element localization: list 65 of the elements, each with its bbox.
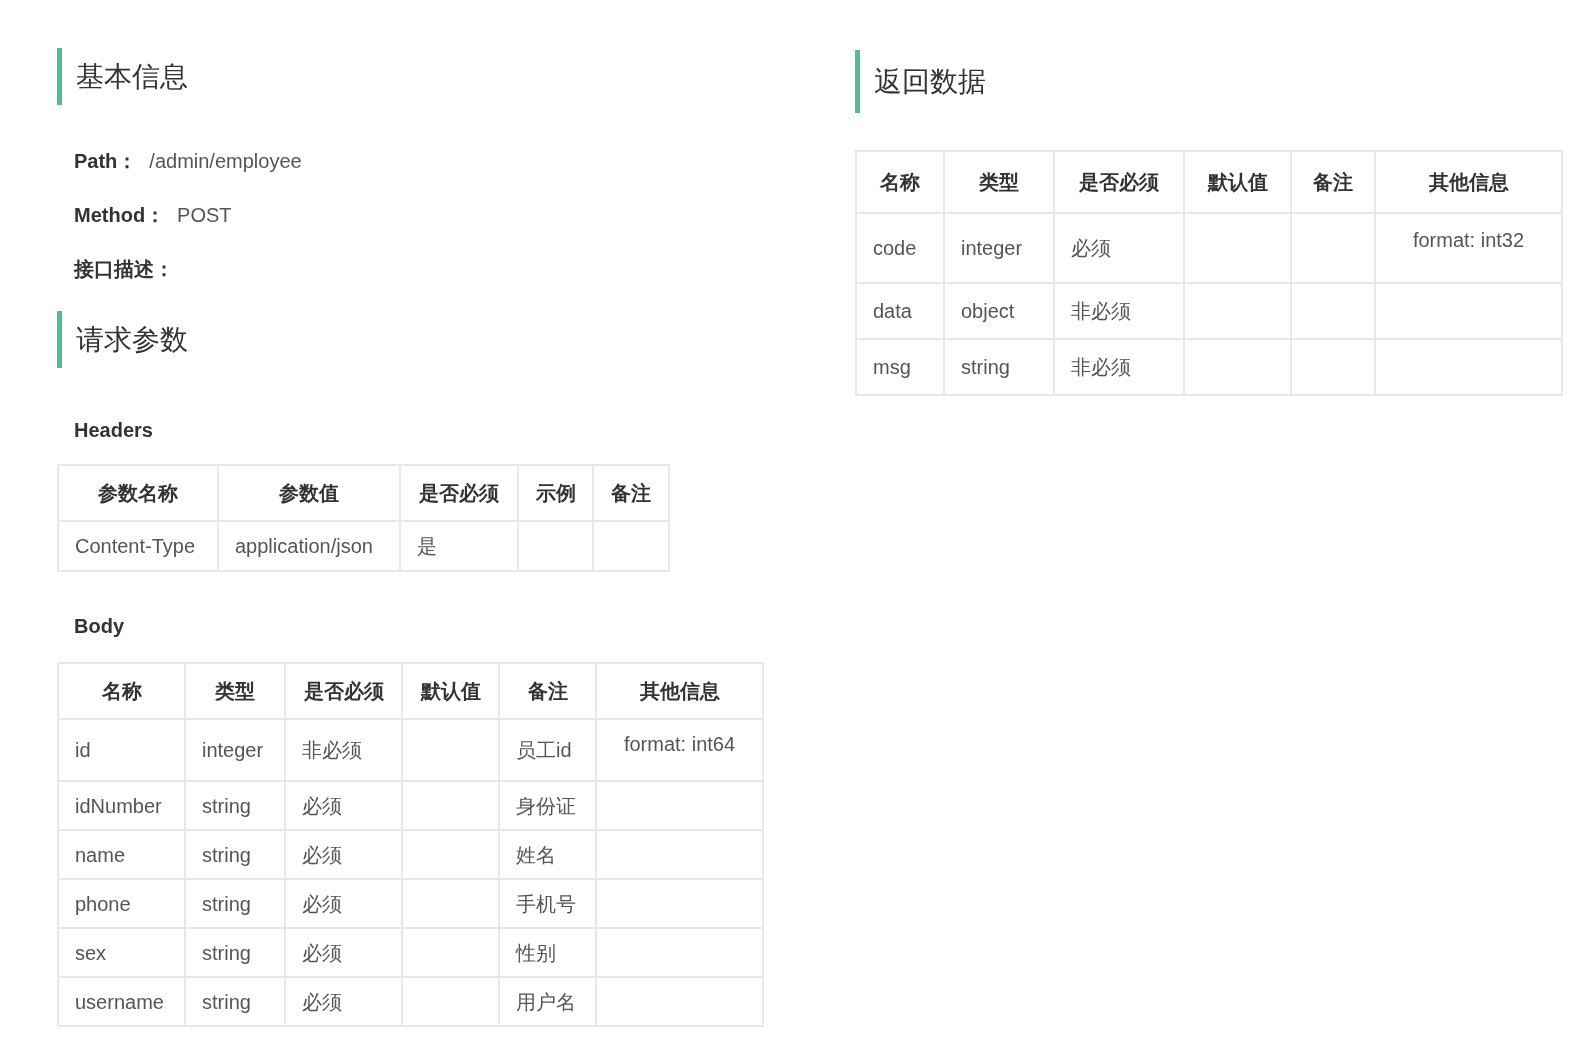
table-cell: string: [202, 892, 251, 915]
column-header: 其他信息: [1375, 151, 1562, 213]
subsection-label: Headers: [73, 418, 154, 442]
table-cell: 姓名: [516, 843, 556, 866]
column-header: 备注: [1291, 151, 1375, 213]
column-header: 是否必须: [285, 663, 402, 719]
field-label: Method：: [74, 203, 166, 227]
table-cell: 必须: [302, 794, 342, 817]
table-cell: idNumber: [75, 794, 162, 817]
field-value: POST: [177, 203, 232, 227]
table-cell: 必须: [1071, 237, 1111, 259]
field-label: 接口描述：: [74, 257, 174, 281]
column-header: 备注: [593, 465, 669, 521]
table-cell: 员工id: [516, 739, 572, 761]
column-header: 其他信息: [596, 663, 763, 719]
table-cell: integer: [961, 237, 1023, 259]
section-heading: 请求参数: [57, 311, 855, 368]
table-cell: id: [75, 739, 91, 761]
column-header: 类型: [185, 663, 285, 719]
table-cell: integer: [202, 739, 264, 761]
table-cell: format: int64: [623, 733, 736, 755]
table-cell: 必须: [302, 892, 342, 915]
table-cell: string: [961, 356, 1010, 378]
table-cell: string: [202, 941, 251, 964]
column-header: 示例: [518, 465, 593, 521]
column-header: 类型: [944, 151, 1054, 213]
column-header: 是否必须: [1054, 151, 1184, 213]
field-value: /admin/employee: [149, 149, 302, 173]
table-cell: name: [75, 843, 126, 866]
column-header: 是否必须: [400, 465, 518, 521]
table-cell: msg: [873, 356, 911, 378]
table-cell: username: [75, 990, 164, 1013]
column-header: 默认值: [402, 663, 499, 719]
column-header: 名称: [58, 663, 185, 719]
table-cell: 性别: [516, 941, 556, 964]
section-heading: 返回数据: [855, 50, 1565, 113]
table-cell: code: [873, 237, 917, 259]
table-cell: 手机号: [516, 892, 576, 915]
table-cell: phone: [75, 892, 131, 915]
column-header: 参数名称: [58, 465, 218, 521]
table-cell: 非必须: [302, 739, 362, 761]
column-header: 备注: [499, 663, 596, 719]
table-cell: 非必须: [1071, 300, 1131, 322]
column-header: 默认值: [1184, 151, 1291, 213]
table-cell: string: [202, 843, 251, 866]
table-cell: 必须: [302, 990, 342, 1013]
table-cell: string: [202, 794, 251, 817]
table-cell: 必须: [302, 941, 342, 964]
table-cell: 是: [417, 535, 437, 557]
table-cell: 用户名: [516, 990, 576, 1013]
table-cell: format: int32: [1412, 229, 1525, 251]
column-header: 参数值: [218, 465, 400, 521]
table-cell: 必须: [302, 843, 342, 866]
column-header: 名称: [856, 151, 944, 213]
subsection-label: Body: [73, 614, 125, 638]
table-cell: string: [202, 990, 251, 1013]
table-cell: sex: [75, 941, 107, 964]
table-cell: 身份证: [516, 794, 576, 817]
table-cell: application/json: [235, 535, 373, 557]
table-cell: Content-Type: [75, 535, 196, 557]
section-heading: 基本信息: [57, 48, 855, 105]
table-cell: object: [961, 300, 1015, 322]
field-label: Path：: [74, 149, 138, 173]
table-cell: 非必须: [1071, 356, 1131, 378]
table-cell: data: [873, 300, 912, 322]
